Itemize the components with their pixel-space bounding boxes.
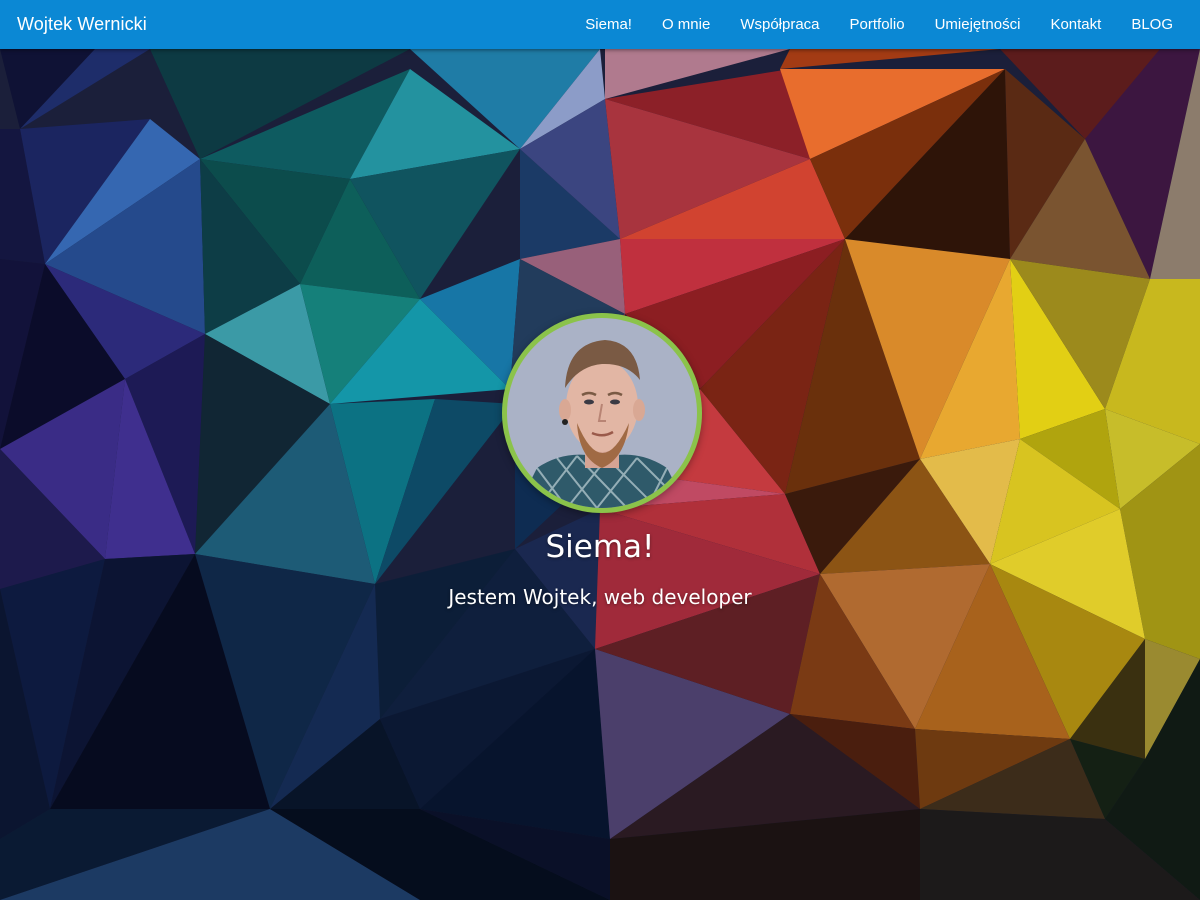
nav-link-umiejetnosci[interactable]: Umiejętności [920,2,1036,47]
nav-link-portfolio[interactable]: Portfolio [835,2,920,47]
nav-link-o-mnie[interactable]: O mnie [647,2,725,47]
top-navbar: Wojtek Wernicki Siema! O mnie Współpraca… [0,0,1200,49]
nav-link-blog[interactable]: BLOG [1116,2,1188,47]
nav-menu: Siema! O mnie Współpraca Portfolio Umiej… [570,2,1188,47]
brand-link[interactable]: Wojtek Wernicki [17,14,147,35]
nav-link-siema[interactable]: Siema! [570,2,647,47]
hero-title: Siema! [545,529,655,565]
hero-section: Siema! Jestem Wojtek, web developer [0,49,1200,900]
profile-photo [507,318,697,508]
nav-link-wspolpraca[interactable]: Współpraca [725,2,834,47]
nav-link-kontakt[interactable]: Kontakt [1035,2,1116,47]
hero-subtitle: Jestem Wojtek, web developer [448,585,752,609]
profile-avatar [502,313,702,513]
